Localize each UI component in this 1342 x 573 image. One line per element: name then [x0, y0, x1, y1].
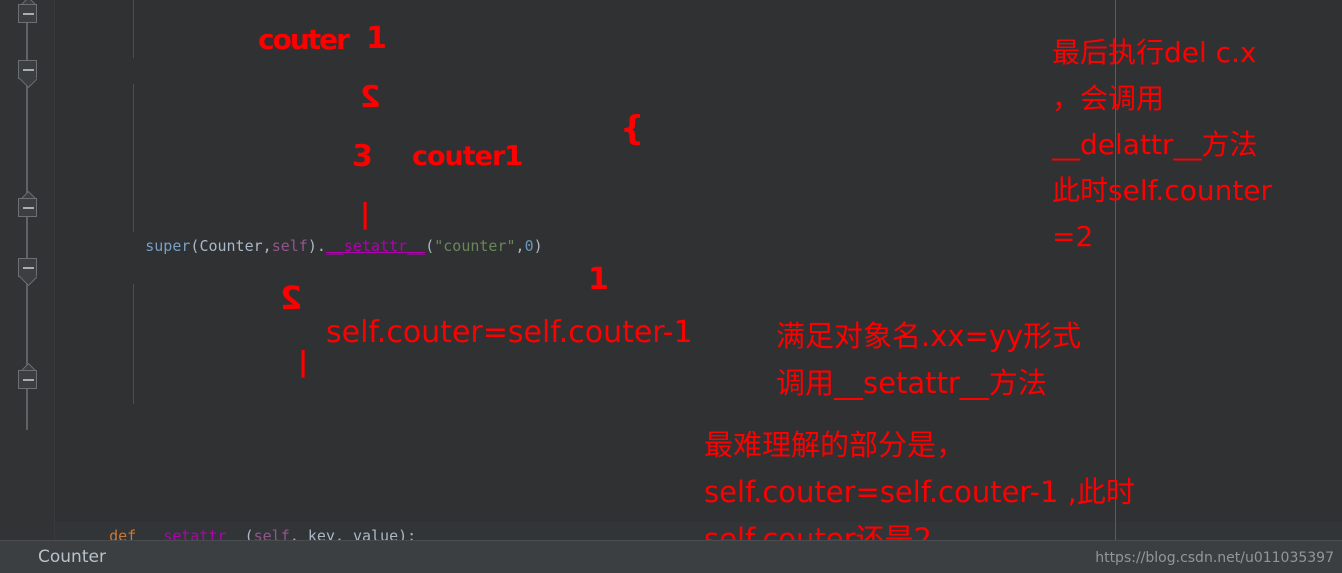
handwritten-mark-3: 3	[351, 138, 374, 175]
fold-tail	[18, 78, 37, 88]
code-line-blank[interactable]	[55, 377, 1342, 406]
status-bar-breadcrumb[interactable]: Counter	[38, 547, 106, 567]
watermark-url: https://blog.csdn.net/u011035397	[1095, 550, 1334, 566]
handwritten-mark-couter-2: couter	[412, 141, 505, 172]
indent-guide	[133, 0, 134, 58]
fold-minus-glyph	[23, 207, 34, 209]
fold-minus-glyph	[23, 13, 34, 15]
handwritten-mark-tick-2: |	[298, 345, 309, 378]
annotation-top-right: 最后执行del c.x ，会调用 __delattr__方法 此时self.co…	[1052, 36, 1273, 253]
handwritten-mark-4: 2	[279, 278, 303, 318]
handwritten-mark-value-2: 1	[504, 139, 524, 172]
fold-minus-glyph	[23, 267, 34, 269]
editor-gutter[interactable]	[0, 0, 55, 540]
indent-guide	[133, 84, 134, 232]
status-bar[interactable]: Counter https://blog.csdn.net/u011035397	[0, 540, 1342, 573]
handwritten-mark-value-1: 1	[366, 21, 387, 56]
code-editor[interactable]: super(Counter,self).__setattr__("counter…	[0, 0, 1342, 540]
fold-cap	[18, 191, 37, 198]
code-fold-collapse-icon[interactable]	[18, 198, 37, 217]
code-fold-collapse-icon[interactable]	[18, 258, 37, 277]
fold-cap	[18, 363, 37, 370]
annotation-middle-left: self.couter=self.couter-1	[326, 315, 693, 350]
fold-cap	[18, 0, 37, 4]
fold-minus-glyph	[23, 379, 34, 381]
handwritten-mark-couter-1: couter	[258, 23, 350, 56]
fold-minus-glyph	[23, 69, 34, 71]
fold-tail	[18, 276, 37, 286]
handwritten-mark-2: 2	[359, 79, 382, 116]
annotation-middle-right: 满足对象名.xx=yy形式 调用__setattr__方法	[776, 319, 1082, 400]
handwritten-mark-brace: }	[620, 109, 645, 149]
code-fold-collapse-icon[interactable]	[18, 370, 37, 389]
handwritten-mark-tall-tick: 1	[588, 262, 609, 297]
code-line[interactable]: def __setattr__(self, key, value):	[55, 522, 1342, 540]
code-fold-collapse-icon[interactable]	[18, 60, 37, 79]
handwritten-mark-tick-1: |	[360, 197, 371, 230]
code-fold-collapse-icon[interactable]	[18, 4, 37, 23]
annotation-bottom: 最难理解的部分是， self.couter=self.couter-1 ,此时 …	[704, 428, 1135, 540]
